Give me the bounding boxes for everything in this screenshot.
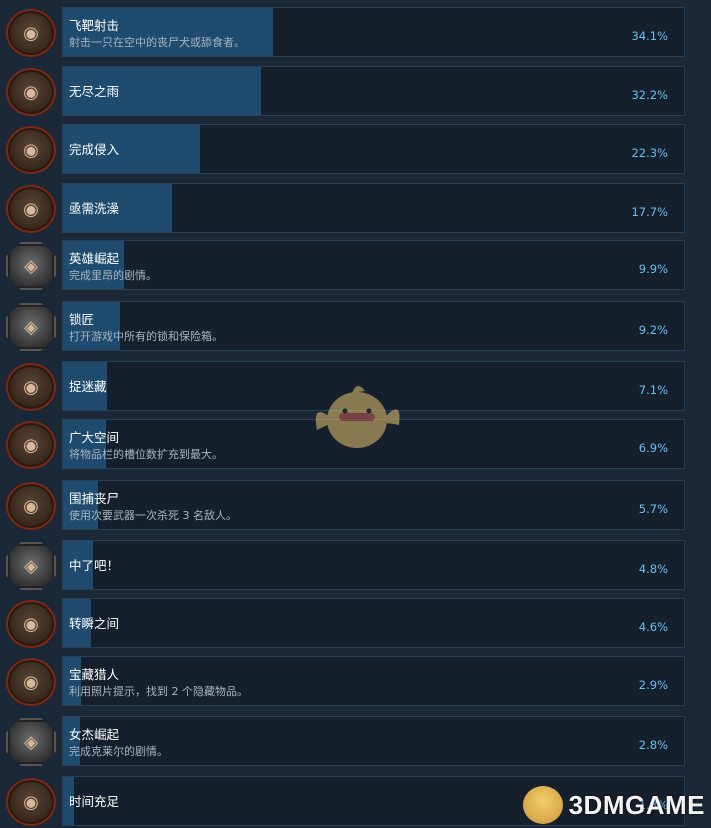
mascot-watermark-icon (315, 385, 400, 448)
achievement-description: 利用照片提示，找到 2 个隐藏物品。 (69, 685, 248, 698)
achievement-row[interactable]: ◉ 转瞬之间 4.6% (6, 598, 685, 648)
achievement-description: 完成里昂的剧情。 (69, 269, 157, 282)
red-frame-icon: ◉ (6, 778, 56, 826)
progress-bar: 女杰崛起完成克莱尔的剧情。 2.8% (62, 716, 685, 766)
progress-bar: 宝藏猎人利用照片提示，找到 2 个隐藏物品。 2.9% (62, 656, 685, 706)
unlock-percentage: 22.3% (631, 146, 668, 160)
achievement-title: 女杰崛起 (69, 727, 120, 742)
achievement-title: 无尽之雨 (69, 84, 120, 99)
grey-frame-icon: ◈ (6, 303, 56, 351)
achievement-title: 英雄崛起 (69, 251, 120, 266)
red-frame-icon: ◉ (6, 68, 56, 116)
progress-bar: 完成侵入 22.3% (62, 124, 685, 174)
achievement-description: 射击一只在空中的丧尸犬或舔食者。 (69, 36, 245, 49)
progress-bar: 锁匠打开游戏中所有的锁和保险箱。 9.2% (62, 301, 685, 351)
achievement-row[interactable]: ◉ 无尽之雨 32.2% (6, 66, 685, 116)
achievement-title: 亟需洗澡 (69, 201, 120, 216)
unlock-percentage: 2.8% (638, 738, 668, 752)
red-frame-icon: ◉ (6, 658, 56, 706)
achievement-row[interactable]: ◈ 锁匠打开游戏中所有的锁和保险箱。 9.2% (6, 301, 685, 351)
red-frame-icon: ◉ (6, 421, 56, 469)
watermark-text: 3DMGAME (568, 789, 705, 820)
grey-frame-icon: ◈ (6, 242, 56, 290)
red-frame-icon: ◉ (6, 126, 56, 174)
progress-bar: 飞靶射击射击一只在空中的丧尸犬或舔食者。 34.1% (62, 7, 685, 57)
grey-frame-icon: ◈ (6, 718, 56, 766)
unlock-percentage: 4.6% (638, 620, 668, 634)
progress-bar: 无尽之雨 32.2% (62, 66, 685, 116)
unlock-percentage: 32.2% (631, 88, 668, 102)
chick-logo-icon (522, 786, 563, 824)
achievement-description: 将物品栏的槽位数扩充到最大。 (69, 448, 223, 461)
achievement-row[interactable]: ◈ 女杰崛起完成克莱尔的剧情。 2.8% (6, 716, 685, 766)
progress-bar: 英雄崛起完成里昂的剧情。 9.9% (62, 240, 685, 290)
achievement-title: 完成侵入 (69, 142, 120, 157)
unlock-percentage: 9.2% (638, 323, 668, 337)
achievement-row[interactable]: ◈ 英雄崛起完成里昂的剧情。 9.9% (6, 240, 685, 290)
unlock-percentage: 2.9% (638, 678, 668, 692)
red-frame-icon: ◉ (6, 482, 56, 530)
achievement-title: 转瞬之间 (69, 616, 120, 631)
grey-frame-icon: ◈ (6, 542, 56, 590)
achievement-title: 时间充足 (69, 794, 120, 809)
unlock-percentage: 9.9% (638, 262, 668, 276)
achievement-row[interactable]: ◉ 飞靶射击射击一只在空中的丧尸犬或舔食者。 34.1% (6, 7, 685, 57)
achievement-title: 捉迷藏 (69, 379, 107, 394)
achievement-row[interactable]: ◈ 中了吧！ 4.8% (6, 540, 685, 590)
unlock-percentage: 34.1% (631, 29, 668, 43)
unlock-percentage: 4.8% (638, 562, 668, 576)
achievement-description: 使用次要武器一次杀死 3 名敌人。 (69, 509, 237, 522)
achievement-title: 广大空间 (69, 430, 120, 445)
unlock-percentage: 17.7% (631, 205, 668, 219)
achievement-title: 锁匠 (69, 312, 95, 327)
achievement-row[interactable]: ◉ 围捕丧尸使用次要武器一次杀死 3 名敌人。 5.7% (6, 480, 685, 530)
achievement-row[interactable]: ◉ 宝藏猎人利用照片提示，找到 2 个隐藏物品。 2.9% (6, 656, 685, 706)
progress-bar: 转瞬之间 4.6% (62, 598, 685, 648)
progress-bar: 围捕丧尸使用次要武器一次杀死 3 名敌人。 5.7% (62, 480, 685, 530)
achievement-row[interactable]: ◉ 亟需洗澡 17.7% (6, 183, 685, 233)
progress-bar: 亟需洗澡 17.7% (62, 183, 685, 233)
achievement-title: 中了吧！ (69, 558, 120, 573)
achievement-title: 宝藏猎人 (69, 667, 120, 682)
red-frame-icon: ◉ (6, 600, 56, 648)
achievement-row[interactable]: ◉ 完成侵入 22.3% (6, 124, 685, 174)
unlock-percentage: 7.1% (638, 383, 668, 397)
achievement-description: 打开游戏中所有的锁和保险箱。 (69, 330, 223, 343)
achievement-title: 围捕丧尸 (69, 491, 120, 506)
unlock-percentage: 5.7% (638, 502, 668, 516)
site-watermark: 3DMGAME (522, 786, 705, 824)
red-frame-icon: ◉ (6, 185, 56, 233)
achievement-description: 完成克莱尔的剧情。 (69, 745, 168, 758)
red-frame-icon: ◉ (6, 9, 56, 57)
achievement-title: 飞靶射击 (69, 18, 120, 33)
red-frame-icon: ◉ (6, 363, 56, 411)
unlock-percentage: 6.9% (638, 441, 668, 455)
progress-bar: 中了吧！ 4.8% (62, 540, 685, 590)
